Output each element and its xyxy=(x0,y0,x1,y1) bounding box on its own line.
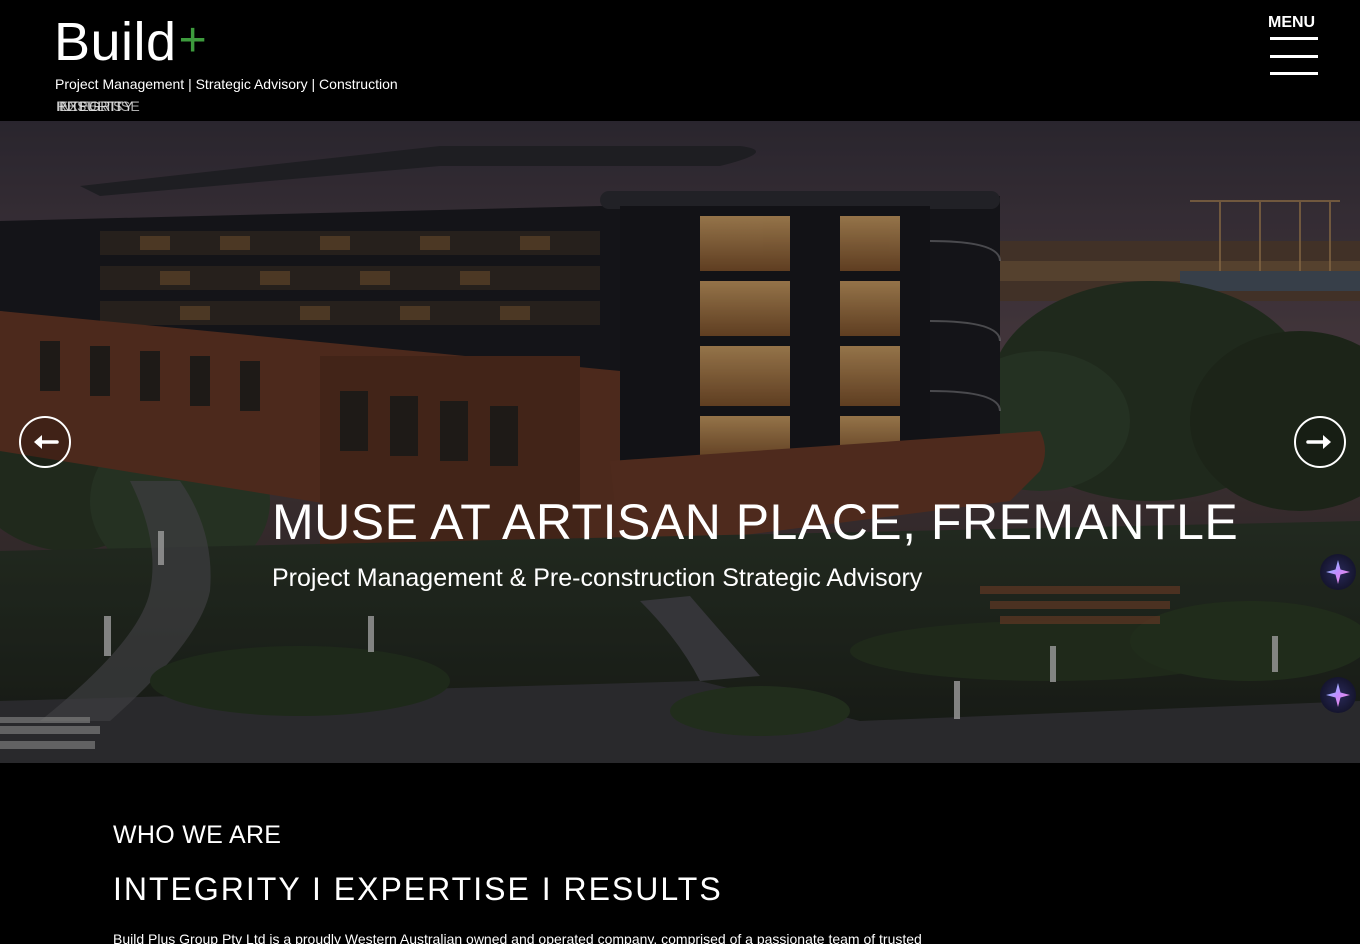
arrow-right-icon xyxy=(1306,435,1331,449)
site-tagline: Project Management | Strategic Advisory … xyxy=(55,76,398,92)
section-heading: INTEGRITY I EXPERTISE I RESULTS xyxy=(113,871,723,907)
slider-next-button[interactable] xyxy=(1294,416,1346,468)
hamburger-icon-bar xyxy=(1270,55,1318,58)
logo-plus-sign: + xyxy=(178,14,207,67)
sparkle-icon[interactable] xyxy=(1320,677,1356,713)
logo-wordmark: Build xyxy=(54,12,177,72)
menu-label: MENU xyxy=(1268,14,1316,31)
hamburger-icon xyxy=(1270,37,1318,40)
site-header: Build + Project Management | Strategic A… xyxy=(0,0,1360,121)
hamburger-icon-bar xyxy=(1270,72,1318,75)
rotating-values-ticker: INTEGRITY RESULTS EXPERTISE xyxy=(56,98,176,116)
sparkle-icon-glyph xyxy=(1326,683,1350,707)
sparkle-icon[interactable] xyxy=(1320,554,1356,590)
ticker-word-expertise: EXPERTISE xyxy=(59,98,141,114)
menu-button[interactable]: MENU xyxy=(1262,12,1322,80)
section-paragraph: Build Plus Group Pty Ltd is a proudly We… xyxy=(113,931,922,944)
site-logo[interactable]: Build + xyxy=(54,12,207,75)
slider-prev-button[interactable] xyxy=(19,416,71,468)
section-kicker: WHO WE ARE xyxy=(113,821,282,849)
who-we-are-section: WHO WE ARE INTEGRITY I EXPERTISE I RESUL… xyxy=(0,763,1360,944)
hero-slider: MUSE AT ARTISAN PLACE, FREMANTLE Project… xyxy=(0,121,1360,763)
hero-overlay xyxy=(0,121,1360,763)
sparkle-icon-glyph xyxy=(1326,560,1350,584)
hero-title: MUSE AT ARTISAN PLACE, FREMANTLE xyxy=(272,494,1239,550)
hero-subtitle: Project Management & Pre-construction St… xyxy=(272,564,923,592)
arrow-left-icon xyxy=(34,435,59,449)
